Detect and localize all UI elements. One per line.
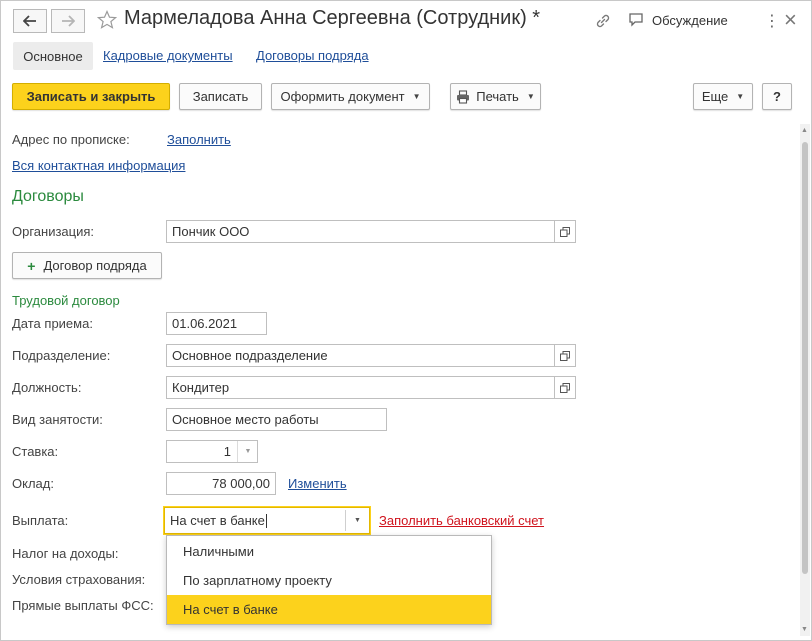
scroll-down-icon[interactable]: ▼ xyxy=(801,626,808,633)
salary-value: 78 000,00 xyxy=(212,476,270,491)
text-cursor xyxy=(265,513,267,528)
chevron-down-icon: ▼ xyxy=(412,92,421,101)
scrollbar-thumb[interactable] xyxy=(802,142,808,574)
open-icon xyxy=(560,382,570,393)
more-options-icon[interactable]: ⋮ xyxy=(764,11,780,31)
contracts-section-title: Договоры xyxy=(12,188,84,205)
rate-dropdown-icon[interactable]: ▼ xyxy=(237,441,258,462)
employment-type-value: Основное место работы xyxy=(172,412,319,427)
insurance-label: Условия страхования: xyxy=(12,572,146,587)
more-button[interactable]: Еще ▼ xyxy=(693,83,753,110)
employment-type-label: Вид занятости: xyxy=(12,412,103,427)
hire-date-value: 01.06.2021 xyxy=(172,316,238,331)
open-icon xyxy=(560,350,570,361)
help-button[interactable]: ? xyxy=(762,83,792,110)
salary-change-link[interactable]: Изменить xyxy=(288,476,347,491)
dropdown-option-salary-project[interactable]: По зарплатному проекту xyxy=(167,566,491,595)
payment-dropdown-icon[interactable]: ▼ xyxy=(345,510,369,531)
back-button[interactable] xyxy=(13,9,47,33)
plus-icon: + xyxy=(27,257,36,274)
fss-label: Прямые выплаты ФСС: xyxy=(12,598,154,613)
position-open-button[interactable] xyxy=(555,376,576,399)
create-document-button[interactable]: Оформить документ ▼ xyxy=(271,83,430,110)
hire-date-field[interactable]: 01.06.2021 xyxy=(166,312,267,335)
hire-date-label: Дата приема: xyxy=(12,316,93,331)
address-fill-link[interactable]: Заполнить xyxy=(167,132,231,147)
department-field[interactable]: Основное подразделение xyxy=(166,344,555,367)
favorite-star-button[interactable] xyxy=(96,10,118,33)
help-label: ? xyxy=(773,89,781,104)
payment-select[interactable]: На счет в банке xyxy=(164,507,370,534)
save-and-close-button[interactable]: Записать и закрыть xyxy=(12,83,170,110)
save-and-close-label: Записать и закрыть xyxy=(26,89,156,104)
position-field[interactable]: Кондитер xyxy=(166,376,555,399)
labor-contract-title: Трудовой договор xyxy=(12,293,120,308)
star-icon xyxy=(96,10,118,29)
organization-value: Пончик ООО xyxy=(172,224,250,239)
department-open-button[interactable] xyxy=(555,344,576,367)
position-label: Должность: xyxy=(12,380,82,395)
discussion-button[interactable]: Обсуждение xyxy=(628,11,728,29)
tab-hr-documents[interactable]: Кадровые документы xyxy=(103,48,233,63)
arrow-left-icon xyxy=(23,15,36,27)
organization-open-button[interactable] xyxy=(555,220,576,243)
print-label: Печать xyxy=(476,89,519,104)
chevron-down-icon: ▼ xyxy=(736,92,745,101)
save-label: Записать xyxy=(192,89,249,104)
tab-main[interactable]: Основное xyxy=(13,42,93,70)
scroll-up-icon[interactable]: ▲ xyxy=(801,127,808,134)
all-contacts-link[interactable]: Вся контактная информация xyxy=(12,158,185,173)
position-value: Кондитер xyxy=(172,380,230,395)
printer-icon xyxy=(457,89,470,104)
address-label: Адрес по прописке: xyxy=(12,132,130,147)
employment-type-field[interactable]: Основное место работы xyxy=(166,408,387,431)
department-value: Основное подразделение xyxy=(172,348,328,363)
arrow-right-icon xyxy=(62,15,75,27)
link-icon xyxy=(596,14,610,28)
forward-button[interactable] xyxy=(51,9,85,33)
payment-value: На счет в банке xyxy=(170,513,265,528)
organization-field[interactable]: Пончик ООО xyxy=(166,220,555,243)
link-button[interactable] xyxy=(594,12,612,33)
rate-label: Ставка: xyxy=(12,444,59,459)
more-label: Еще xyxy=(701,89,729,104)
chat-icon xyxy=(629,13,643,27)
organization-label: Организация: xyxy=(12,224,95,239)
tab-contracts[interactable]: Договоры подряда xyxy=(256,48,369,63)
department-label: Подразделение: xyxy=(12,348,111,363)
close-icon[interactable]: × xyxy=(784,7,797,33)
chevron-down-icon: ▼ xyxy=(526,92,535,101)
save-button[interactable]: Записать xyxy=(179,83,262,110)
fill-bank-account-link[interactable]: Заполнить банковский счет xyxy=(379,513,544,528)
add-contract-button[interactable]: + Договор подряда xyxy=(12,252,162,279)
income-tax-label: Налог на доходы: xyxy=(12,546,119,561)
print-button[interactable]: Печать ▼ xyxy=(450,83,541,110)
salary-label: Оклад: xyxy=(12,476,54,491)
add-contract-label: Договор подряда xyxy=(43,258,147,273)
rate-value: 1 xyxy=(223,444,231,459)
page-title: Мармеладова Анна Сергеевна (Сотрудник) * xyxy=(124,7,541,29)
dropdown-option-cash[interactable]: Наличными xyxy=(167,537,491,566)
dropdown-option-bank-account[interactable]: На счет в банке xyxy=(167,595,491,624)
payment-label: Выплата: xyxy=(12,513,69,528)
payment-dropdown-list: Наличными По зарплатному проекту На счет… xyxy=(166,535,492,625)
tab-main-label: Основное xyxy=(23,48,83,64)
open-icon xyxy=(560,226,570,237)
salary-field[interactable]: 78 000,00 xyxy=(166,472,276,495)
discussion-label: Обсуждение xyxy=(652,12,728,28)
create-document-label: Оформить документ xyxy=(280,89,405,104)
